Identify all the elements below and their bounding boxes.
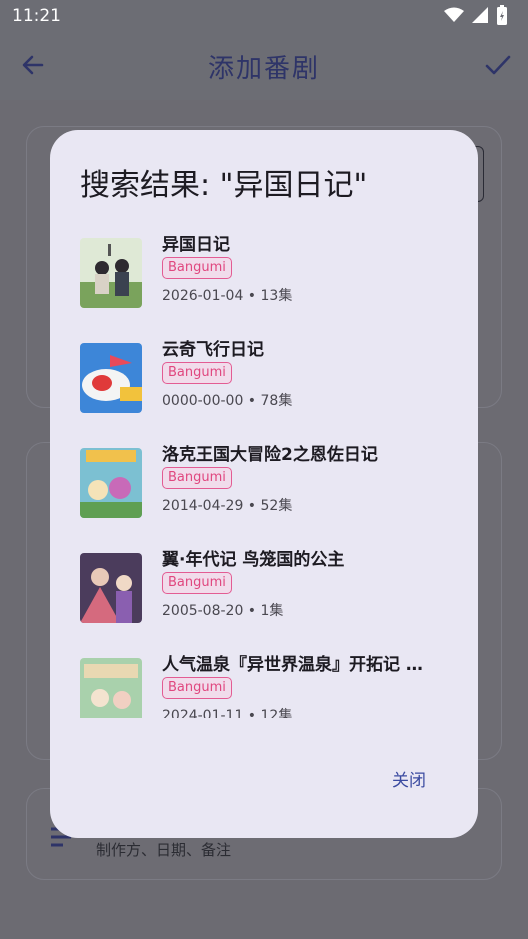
- battery-icon: [497, 5, 507, 25]
- result-thumbnail: [80, 553, 142, 623]
- results-list[interactable]: 异国日记 Bangumi 2026-01-04 • 13集 云奇飞行日记 Ban…: [50, 230, 478, 718]
- status-time: 11:21: [12, 6, 61, 26]
- result-thumbnail: [80, 658, 142, 718]
- app-bar: 添加番剧: [0, 32, 528, 100]
- result-title: 翼·年代记 鸟笼国的公主: [162, 550, 345, 570]
- close-button[interactable]: 关闭: [392, 766, 426, 791]
- source-badge: Bangumi: [162, 257, 232, 279]
- result-title: 人气温泉『异世界温泉』开拓记 …: [162, 655, 423, 675]
- confirm-button[interactable]: [484, 52, 512, 82]
- result-thumbnail: [80, 238, 142, 308]
- result-meta: 2014-04-29 • 52集: [162, 498, 293, 514]
- result-item[interactable]: 洛克王国大冒险2之恩佐日记 Bangumi 2014-04-29 • 52集: [80, 440, 460, 530]
- source-badge: Bangumi: [162, 467, 232, 489]
- result-meta: 2005-08-20 • 1集: [162, 603, 284, 619]
- result-thumbnail: [80, 343, 142, 413]
- result-item[interactable]: 异国日记 Bangumi 2026-01-04 • 13集: [80, 230, 460, 320]
- result-thumbnail: [80, 448, 142, 518]
- check-icon: [485, 55, 511, 75]
- status-bar: 11:21: [0, 0, 528, 32]
- background-hint: 制作方、日期、备注: [96, 841, 232, 859]
- signal-icon: [472, 7, 488, 23]
- dialog-title: 搜索结果: "异国日记": [80, 168, 368, 203]
- result-meta: 0000-00-00 • 78集: [162, 393, 293, 409]
- source-badge: Bangumi: [162, 572, 232, 594]
- wifi-icon: [444, 7, 464, 22]
- result-title: 云奇飞行日记: [162, 340, 264, 360]
- source-badge: Bangumi: [162, 362, 232, 384]
- result-title: 洛克王国大冒险2之恩佐日记: [162, 445, 378, 465]
- source-badge: Bangumi: [162, 677, 232, 699]
- result-item[interactable]: 人气温泉『异世界温泉』开拓记 … Bangumi 2024-01-11 • 12…: [80, 650, 460, 718]
- result-item[interactable]: 翼·年代记 鸟笼国的公主 Bangumi 2005-08-20 • 1集: [80, 545, 460, 635]
- result-meta: 2024-01-11 • 12集: [162, 708, 293, 718]
- result-meta: 2026-01-04 • 13集: [162, 288, 293, 304]
- page-title: 添加番剧: [207, 54, 320, 84]
- result-item[interactable]: 云奇飞行日记 Bangumi 0000-00-00 • 78集: [80, 335, 460, 425]
- status-icons: [444, 5, 508, 25]
- search-results-dialog: 搜索结果: "异国日记" 异国日记 Bangumi 2026-01-04 • 1…: [50, 130, 478, 838]
- result-title: 异国日记: [162, 235, 230, 255]
